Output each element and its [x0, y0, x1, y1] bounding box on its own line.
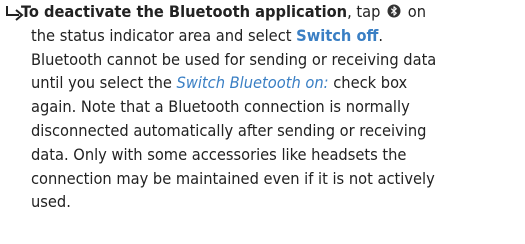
- paragraph-line-5: again. Note that a Bluetooth connection …: [31, 97, 410, 117]
- text-run: on: [407, 2, 426, 21]
- instruction-paragraph: To deactivate the Bluetooth application,…: [21, 0, 521, 214]
- bluetooth-icon: [387, 4, 401, 18]
- paragraph-line-8: connection may be maintained even if it …: [31, 168, 435, 188]
- document-page: To deactivate the Bluetooth application,…: [0, 0, 525, 244]
- paragraph-line-7: data. Only with some accessories like he…: [31, 144, 407, 164]
- text-run: .: [378, 25, 384, 45]
- switch-off-command: Switch off: [296, 25, 379, 45]
- text-run: , tap: [347, 2, 381, 21]
- paragraph-line-2: the status indicator area and select Swi…: [21, 24, 521, 48]
- text-run: until you select the: [31, 73, 172, 93]
- switch-bluetooth-on-label: Switch Bluetooth on:: [176, 73, 329, 93]
- instruction-lead: To deactivate the Bluetooth application: [21, 2, 348, 21]
- text-run: the status indicator area and select: [31, 25, 292, 45]
- paragraph-line-1: To deactivate the Bluetooth application,…: [21, 0, 521, 24]
- paragraph-line-9: used.: [31, 192, 71, 212]
- text-run: check box: [333, 73, 408, 93]
- paragraph-line-4: until you select the Switch Bluetooth on…: [21, 71, 521, 95]
- paragraph-line-6: disconnected automatically after sending…: [31, 120, 427, 140]
- paragraph-line-3: Bluetooth cannot be used for sending or …: [31, 49, 437, 69]
